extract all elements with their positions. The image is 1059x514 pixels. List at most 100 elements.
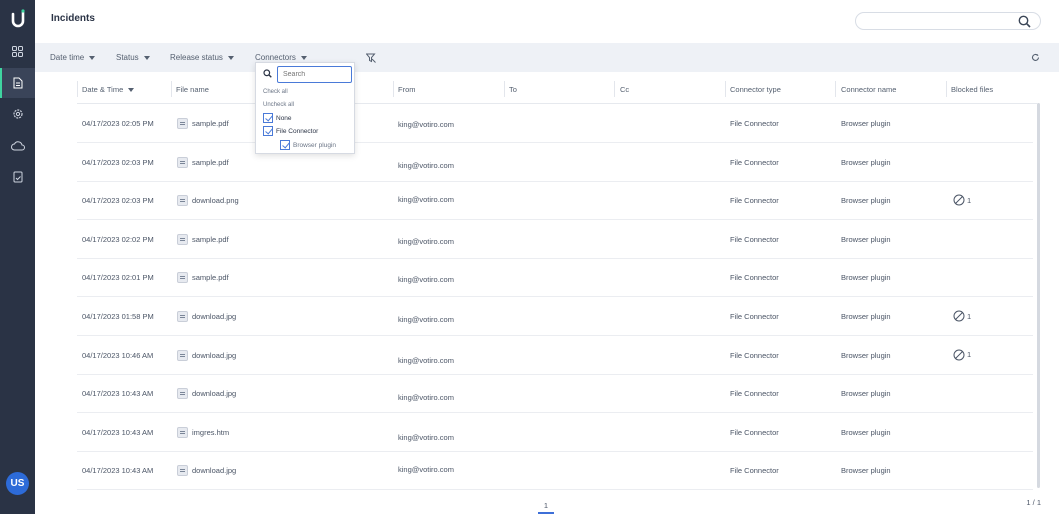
cell-connector-name: Browser plugin bbox=[841, 196, 891, 206]
cell-connector-name: Browser plugin bbox=[841, 466, 891, 476]
caret-down-icon bbox=[89, 55, 96, 60]
caret-down-icon bbox=[300, 55, 307, 60]
sidebar-item-incidents[interactable] bbox=[0, 68, 35, 98]
refresh-icon[interactable] bbox=[1031, 53, 1040, 62]
user-avatar[interactable]: US bbox=[6, 472, 29, 495]
file-icon bbox=[177, 388, 188, 400]
cell-from: king@votiro.com bbox=[398, 275, 454, 285]
connectors-search-input[interactable] bbox=[277, 66, 352, 83]
filter-label: Connectors bbox=[255, 53, 296, 62]
filter-label: Release status bbox=[170, 53, 223, 62]
column-header-cc[interactable]: Cc bbox=[620, 85, 629, 94]
table-row[interactable]: 04/17/2023 10:43 AM imgres.htm king@votiro… bbox=[77, 414, 1033, 452]
cell-from: king@votiro.com bbox=[398, 465, 454, 475]
caret-down-icon bbox=[227, 55, 234, 60]
table-row[interactable]: 04/17/2023 02:03 PM download.png king@voti… bbox=[77, 182, 1033, 221]
option-label: Browser plugin bbox=[293, 141, 336, 149]
column-header-date-time[interactable]: Date & Time bbox=[82, 85, 135, 94]
filter-label: Status bbox=[116, 53, 139, 62]
connectors-filter-dropdown: Check all Uncheck all None File Connecto… bbox=[255, 62, 355, 154]
cell-file-name[interactable]: imgres.htm bbox=[192, 428, 229, 437]
cell-from: king@votiro.com bbox=[398, 315, 454, 324]
cell-connector-name: Browser plugin bbox=[841, 312, 891, 321]
filter-status[interactable]: Status bbox=[116, 53, 150, 62]
column-header-from[interactable]: From bbox=[398, 85, 416, 94]
filter-bar: Date time Status Release status Connecto… bbox=[35, 43, 1059, 72]
file-icon bbox=[177, 272, 188, 284]
cell-date-time: 04/17/2023 10:43 AM bbox=[82, 389, 154, 399]
checkbox-checked-icon[interactable] bbox=[263, 126, 273, 136]
cell-file-name[interactable]: sample.pdf bbox=[192, 273, 229, 282]
column-header-connector-name[interactable]: Connector name bbox=[841, 85, 896, 94]
cell-blocked-files[interactable]: 1 bbox=[953, 349, 971, 361]
table-row[interactable]: 04/17/2023 10:43 AM download.jpg king@voti… bbox=[77, 375, 1033, 414]
column-header-connector-type[interactable]: Connector type bbox=[730, 85, 781, 94]
cell-connector-name: Browser plugin bbox=[841, 389, 891, 399]
filter-connectors[interactable]: Connectors bbox=[255, 53, 307, 62]
reports-icon bbox=[13, 171, 22, 183]
option-none[interactable]: None bbox=[263, 113, 292, 123]
vertical-scrollbar[interactable] bbox=[1037, 103, 1040, 488]
checkbox-checked-icon[interactable] bbox=[280, 140, 290, 150]
check-all-link[interactable]: Check all bbox=[263, 89, 288, 95]
table-row[interactable]: 04/17/2023 02:03 PM sample.pdf king@votiro… bbox=[77, 144, 1033, 182]
uncheck-all-link[interactable]: Uncheck all bbox=[263, 102, 294, 108]
blocked-count: 1 bbox=[967, 311, 972, 321]
cell-connector-type: File Connector bbox=[730, 234, 779, 244]
sidebar-item-dashboard[interactable] bbox=[0, 36, 35, 66]
cell-file-name[interactable]: download.jpg bbox=[192, 466, 236, 475]
cell-file-name[interactable]: download.jpg bbox=[192, 389, 236, 398]
cell-date-time: 04/17/2023 02:03 PM bbox=[82, 196, 154, 206]
table-row[interactable]: 04/17/2023 02:05 PM sample.pdf king@votiro… bbox=[77, 105, 1033, 143]
filter-label: Date time bbox=[50, 53, 85, 62]
column-separator bbox=[393, 81, 394, 97]
cell-date-time: 04/17/2023 10:43 AM bbox=[82, 466, 154, 476]
cell-date-time: 04/17/2023 02:01 PM bbox=[82, 273, 154, 283]
cell-file-name[interactable]: download.png bbox=[192, 196, 239, 205]
header-divider bbox=[77, 103, 1037, 104]
option-browser-plugin[interactable]: Browser plugin bbox=[280, 140, 336, 150]
column-separator bbox=[614, 81, 615, 97]
page-number-button[interactable]: 1 bbox=[538, 501, 554, 514]
filter-release-status[interactable]: Release status bbox=[170, 53, 234, 62]
cell-connector-type: File Connector bbox=[730, 119, 779, 128]
cell-blocked-files[interactable]: 1 bbox=[953, 194, 971, 206]
table-row[interactable]: 04/17/2023 02:02 PM sample.pdf king@votiro… bbox=[77, 221, 1033, 259]
cell-blocked-files[interactable]: 1 bbox=[953, 310, 971, 322]
search-icon[interactable] bbox=[1018, 15, 1031, 28]
sidebar-item-reports[interactable] bbox=[0, 162, 35, 192]
cell-file-name[interactable]: sample.pdf bbox=[192, 235, 229, 244]
table-row[interactable]: 04/17/2023 02:01 PM sample.pdf king@votiro… bbox=[77, 259, 1033, 298]
table-row[interactable]: 04/17/2023 01:58 PM download.jpg king@voti… bbox=[77, 298, 1033, 336]
cell-connector-name: Browser plugin bbox=[841, 157, 891, 167]
column-header-blocked-files[interactable]: Blocked files bbox=[951, 85, 993, 94]
sidebar: US bbox=[0, 0, 35, 514]
table-row[interactable]: 04/17/2023 10:43 AM download.jpg king@voti… bbox=[77, 452, 1033, 491]
sidebar-item-cloud[interactable] bbox=[0, 131, 35, 161]
cell-date-time: 04/17/2023 02:02 PM bbox=[82, 234, 154, 244]
checkbox-checked-icon[interactable] bbox=[263, 113, 273, 123]
cell-file-name[interactable]: sample.pdf bbox=[192, 158, 229, 167]
cell-file-name[interactable]: sample.pdf bbox=[192, 119, 229, 128]
table-row[interactable]: 04/17/2023 10:46 AM download.jpg king@voti… bbox=[77, 337, 1033, 375]
sidebar-item-settings[interactable] bbox=[0, 99, 35, 129]
votiro-logo-icon[interactable] bbox=[9, 8, 27, 28]
cell-date-time: 04/17/2023 02:05 PM bbox=[82, 119, 154, 128]
cell-file-name[interactable]: download.jpg bbox=[192, 312, 236, 321]
cell-file-name[interactable]: download.jpg bbox=[192, 351, 236, 360]
clear-filter-icon[interactable] bbox=[366, 53, 376, 63]
search-input[interactable] bbox=[855, 12, 1041, 30]
file-icon bbox=[177, 426, 188, 438]
column-header-file-name[interactable]: File name bbox=[176, 85, 209, 94]
option-file-connector[interactable]: File Connector bbox=[263, 126, 318, 136]
column-header-to[interactable]: To bbox=[509, 85, 517, 94]
filter-date-time[interactable]: Date time bbox=[50, 53, 96, 62]
option-label: None bbox=[276, 114, 292, 122]
page-title: Incidents bbox=[51, 13, 95, 24]
cell-from: king@votiro.com bbox=[398, 355, 454, 365]
blocked-count: 1 bbox=[967, 195, 972, 205]
search-icon bbox=[263, 69, 272, 78]
cell-date-time: 04/17/2023 10:43 AM bbox=[82, 427, 154, 437]
cell-connector-type: File Connector bbox=[730, 466, 779, 476]
column-separator bbox=[77, 81, 78, 97]
